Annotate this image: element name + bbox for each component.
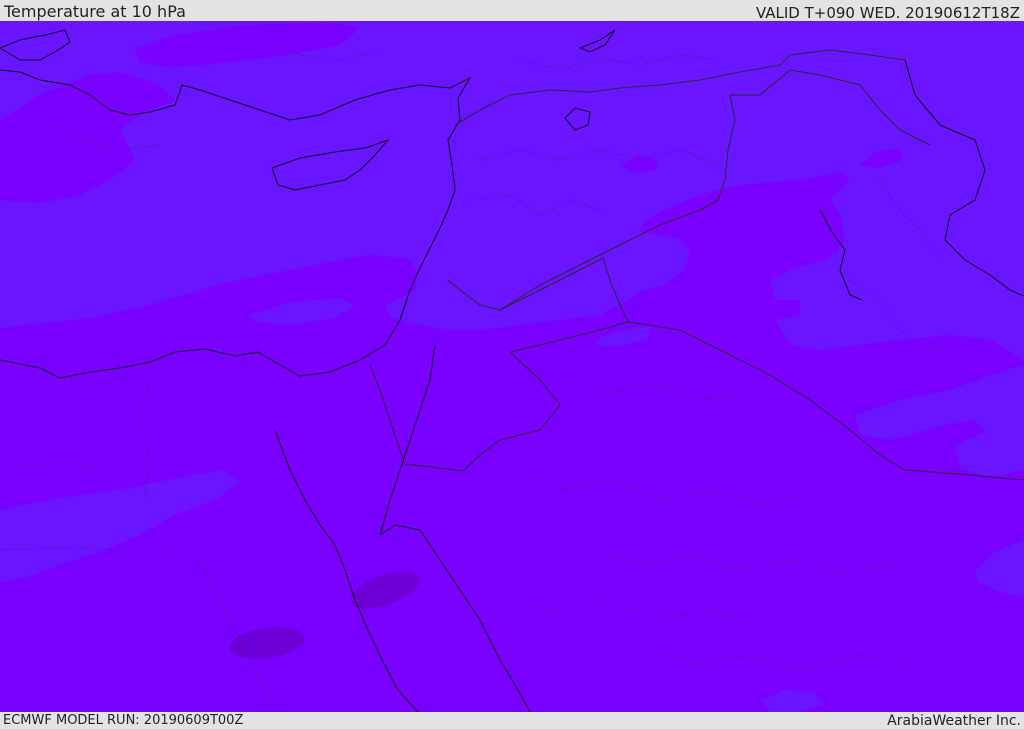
credit-label: ArabiaWeather Inc. bbox=[887, 713, 1021, 729]
footer-bar: ECMWF MODEL RUN: 20190609T00Z ArabiaWeat… bbox=[0, 712, 1024, 729]
model-run-label: ECMWF MODEL RUN: 20190609T00Z bbox=[3, 713, 244, 728]
map-canvas bbox=[0, 21, 1024, 712]
weather-map[interactable] bbox=[0, 21, 1024, 712]
valid-time-label: VALID T+090 WED. 20190612T18Z bbox=[755, 4, 1020, 22]
header-bar: Temperature at 10 hPa VALID T+090 WED. 2… bbox=[0, 0, 1024, 22]
map-title: Temperature at 10 hPa bbox=[4, 2, 186, 21]
